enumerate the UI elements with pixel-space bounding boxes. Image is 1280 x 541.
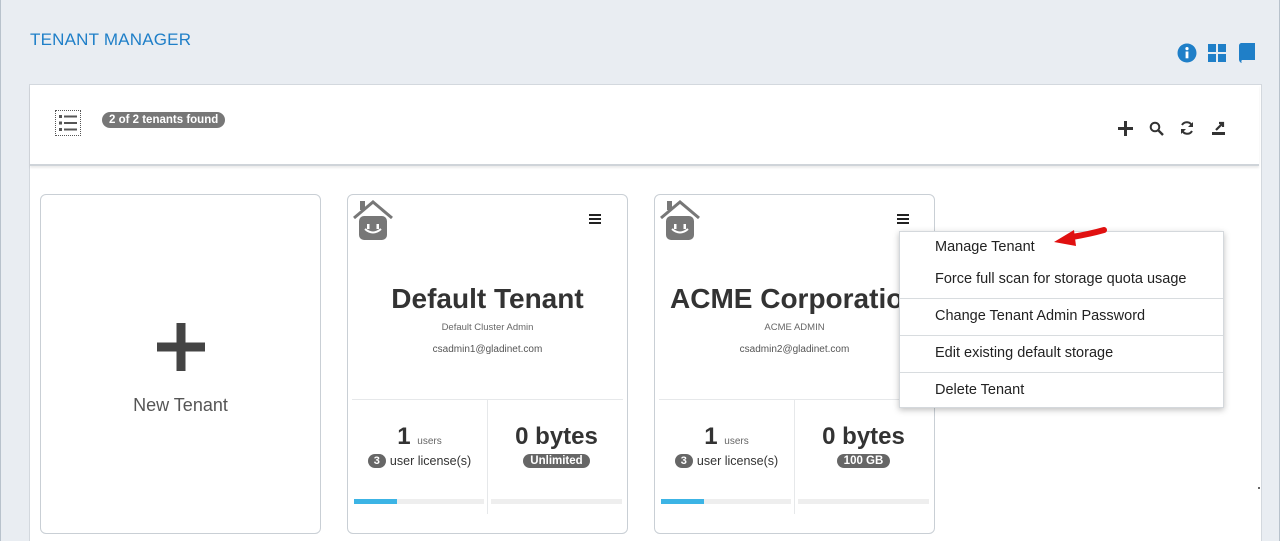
page-title: TENANT MANAGER: [30, 30, 192, 49]
quota-badge: Unlimited: [523, 454, 590, 468]
license-usage-bar: [661, 499, 791, 504]
tenant-count-badge: 2 of 2 tenants found: [102, 112, 226, 128]
new-tenant-card[interactable]: New Tenant: [40, 194, 321, 534]
tenant-name: ACME Corporation: [670, 283, 921, 314]
storage-used: 0 bytes: [515, 423, 598, 450]
user-count: 1 users: [704, 423, 749, 450]
plus-icon: [41, 323, 320, 371]
license-count: 3 user license(s): [659, 454, 794, 468]
add-icon[interactable]: [1115, 118, 1135, 138]
storage-quota: Unlimited: [488, 454, 625, 468]
quota-badge: 100 GB: [836, 454, 891, 468]
header-icons: [1176, 42, 1258, 64]
license-usage-fill: [661, 499, 704, 504]
tenant-menu-button[interactable]: [588, 212, 602, 226]
license-usage-bar: [354, 499, 484, 504]
storage-usage-bar: [491, 499, 622, 504]
book-icon[interactable]: [1236, 42, 1258, 64]
menu-item-edit-default-storage[interactable]: Edit existing default storage: [900, 345, 1223, 361]
tenant-email: csadmin1@gladinet.com: [432, 344, 543, 355]
storage-used: 0 bytes: [822, 423, 905, 450]
search-icon[interactable]: [1146, 118, 1166, 138]
menu-item-force-full-scan[interactable]: Force full scan for storage quota usage: [900, 271, 1223, 287]
info-icon[interactable]: [1176, 42, 1198, 64]
new-tenant-label: New Tenant: [133, 395, 228, 415]
user-count: 1 users: [397, 423, 442, 450]
export-icon[interactable]: [1208, 118, 1228, 138]
menu-divider: [900, 335, 1223, 336]
storage-quota: 100 GB: [795, 454, 932, 468]
license-badge: 3: [674, 454, 693, 468]
tenant-house-icon: [353, 200, 393, 240]
stray-dot: [1258, 487, 1260, 489]
tenant-admin: Default Cluster Admin: [441, 322, 534, 333]
tenant-card[interactable]: Default Tenant Default Cluster Admin csa…: [347, 194, 628, 534]
menu-item-change-admin-password[interactable]: Change Tenant Admin Password: [900, 308, 1223, 324]
tenant-house-icon: [660, 200, 700, 240]
tenant-menu-button[interactable]: [896, 212, 910, 226]
menu-divider: [900, 372, 1223, 373]
tenant-admin: ACME ADMIN: [764, 322, 825, 333]
grid-view-icon[interactable]: [1206, 42, 1228, 64]
list-view-icon[interactable]: [55, 110, 81, 136]
tenant-email: csadmin2@gladinet.com: [739, 344, 850, 355]
red-arrow-icon: [1054, 227, 1107, 246]
menu-item-delete-tenant[interactable]: Delete Tenant: [900, 382, 1223, 398]
menu-divider: [900, 298, 1223, 299]
toolbar: 2 of 2 tenants found: [30, 85, 1259, 166]
license-count: 3 user license(s): [352, 454, 487, 468]
tenant-card[interactable]: ACME Corporation ACME ADMIN csadmin2@gla…: [654, 194, 935, 534]
toolbar-actions: [1115, 118, 1228, 138]
tenant-context-menu: Manage Tenant Force full scan for storag…: [899, 231, 1224, 408]
tenant-name: Default Tenant: [391, 283, 584, 314]
storage-usage-bar: [798, 499, 929, 504]
license-usage-fill: [354, 499, 397, 504]
license-badge: 3: [367, 454, 386, 468]
refresh-icon[interactable]: [1177, 118, 1197, 138]
